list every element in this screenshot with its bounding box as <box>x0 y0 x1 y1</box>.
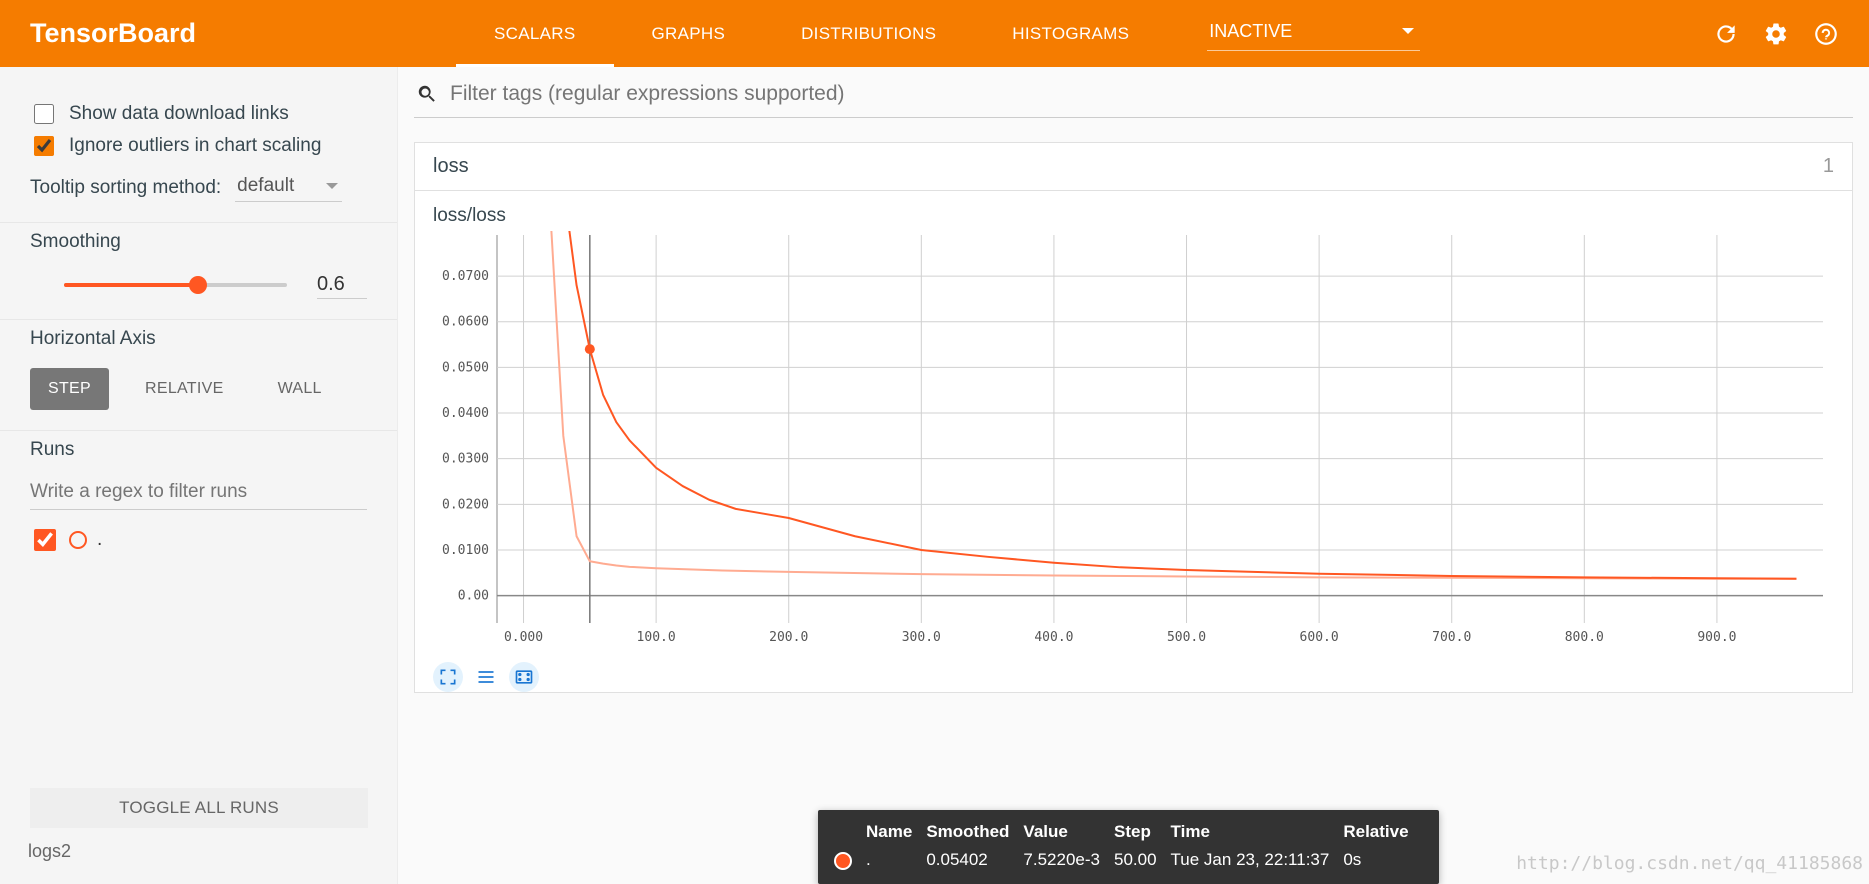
main-panel: loss 1 loss/loss 0.000 100.0 200.0 300.0 400… <box>398 67 1869 884</box>
svg-text:500.0: 500.0 <box>1167 630 1206 645</box>
runs-label: Runs <box>30 439 367 461</box>
expand-icon[interactable] <box>433 662 463 692</box>
axis-btn-step[interactable]: STEP <box>30 368 109 410</box>
run-name: . <box>97 529 102 551</box>
show-download-checkbox[interactable] <box>34 104 54 124</box>
axis-btn-relative[interactable]: RELATIVE <box>127 368 242 410</box>
toggle-all-runs-button[interactable]: TOGGLE ALL RUNS <box>30 788 368 828</box>
log-scale-icon[interactable] <box>471 662 501 692</box>
tooltip-sort-select[interactable]: default <box>235 173 342 202</box>
show-download-label: Show data download links <box>69 103 289 125</box>
inactive-plugins-dropdown[interactable]: INACTIVE <box>1207 17 1420 51</box>
svg-text:600.0: 600.0 <box>1300 630 1339 645</box>
ignore-outliers-checkbox[interactable] <box>34 136 54 156</box>
svg-text:0.000: 0.000 <box>504 630 543 645</box>
axis-btn-wall[interactable]: WALL <box>260 368 340 410</box>
chart-toolbar <box>415 660 1852 692</box>
show-download-row[interactable]: Show data download links <box>30 101 367 127</box>
tag-filter-row <box>414 77 1853 118</box>
smoothing-slider[interactable] <box>64 283 287 287</box>
gear-icon[interactable] <box>1763 21 1789 47</box>
tab-histograms[interactable]: HISTOGRAMS <box>974 0 1167 67</box>
inactive-label: INACTIVE <box>1209 21 1292 42</box>
ignore-outliers-row[interactable]: Ignore outliers in chart scaling <box>30 133 367 159</box>
svg-text:900.0: 900.0 <box>1697 630 1736 645</box>
tt-smoothed: 0.05402 <box>926 848 1023 872</box>
tag-filter-input[interactable] <box>448 81 1853 107</box>
svg-text:200.0: 200.0 <box>769 630 808 645</box>
svg-text:0.0500: 0.0500 <box>442 360 489 375</box>
chevron-down-icon <box>326 183 338 189</box>
svg-text:0.0300: 0.0300 <box>442 452 489 467</box>
svg-text:0.00: 0.00 <box>458 589 489 604</box>
smoothing-value-input[interactable] <box>317 271 367 299</box>
ignore-outliers-label: Ignore outliers in chart scaling <box>69 135 321 157</box>
tooltip-sort-value: default <box>237 175 294 197</box>
tt-time: Tue Jan 23, 22:11:37 <box>1171 848 1344 872</box>
slider-thumb[interactable] <box>189 276 207 294</box>
svg-text:700.0: 700.0 <box>1432 630 1471 645</box>
svg-text:0.0100: 0.0100 <box>442 543 489 558</box>
svg-text:400.0: 400.0 <box>1034 630 1073 645</box>
horizontal-axis-label: Horizontal Axis <box>30 328 367 350</box>
run-swatch-icon <box>69 531 87 549</box>
nav-tabs: SCALARSGRAPHSDISTRIBUTIONSHISTOGRAMS <box>456 0 1167 67</box>
refresh-icon[interactable] <box>1713 21 1739 47</box>
watermark: http://blog.csdn.net/qq_41185868 <box>1516 853 1863 874</box>
tab-scalars[interactable]: SCALARS <box>456 0 613 67</box>
search-icon <box>416 83 438 105</box>
runs-filter-input[interactable] <box>30 475 367 510</box>
svg-text:0.0600: 0.0600 <box>442 315 489 330</box>
tab-distributions[interactable]: DISTRIBUTIONS <box>763 0 974 67</box>
smoothing-label: Smoothing <box>30 231 367 253</box>
chart-title: loss/loss <box>415 191 1852 231</box>
tt-step: 50.00 <box>1114 848 1171 872</box>
tt-value: 7.5220e-3 <box>1023 848 1114 872</box>
svg-text:0.0200: 0.0200 <box>442 497 489 512</box>
svg-text:100.0: 100.0 <box>637 630 676 645</box>
svg-text:0.0700: 0.0700 <box>442 269 489 284</box>
svg-text:800.0: 800.0 <box>1565 630 1604 645</box>
svg-text:0.0400: 0.0400 <box>442 406 489 421</box>
header-tools <box>1713 21 1839 47</box>
svg-text:300.0: 300.0 <box>902 630 941 645</box>
logdir-path: logs2 <box>28 841 71 862</box>
help-icon[interactable] <box>1813 21 1839 47</box>
sidebar: Show data download links Ignore outliers… <box>0 67 398 884</box>
run-color-dot <box>834 852 852 870</box>
brand-title: TensorBoard <box>30 18 196 49</box>
scalar-card: loss 1 loss/loss 0.000 100.0 200.0 300.0 400… <box>414 142 1853 693</box>
section-title: loss <box>433 155 469 178</box>
chevron-down-icon <box>1402 28 1414 34</box>
tt-name: . <box>866 848 926 872</box>
run-checkbox[interactable] <box>34 529 56 551</box>
run-item[interactable]: . <box>30 526 367 554</box>
tab-graphs[interactable]: GRAPHS <box>614 0 764 67</box>
line-chart[interactable]: 0.000 100.0 200.0 300.0 400.0 500.0 600.0 700.0… <box>433 231 1831 649</box>
chart-tooltip: NameSmoothedValueStepTimeRelative .0.054… <box>818 810 1439 884</box>
tooltip-sort-label: Tooltip sorting method: <box>30 177 221 199</box>
fit-domain-icon[interactable] <box>509 662 539 692</box>
section-count: 1 <box>1823 155 1834 178</box>
axis-buttons: STEP RELATIVE WALL <box>30 368 367 410</box>
tt-relative: 0s <box>1343 848 1422 872</box>
app-header: TensorBoard SCALARSGRAPHSDISTRIBUTIONSHI… <box>0 0 1869 67</box>
